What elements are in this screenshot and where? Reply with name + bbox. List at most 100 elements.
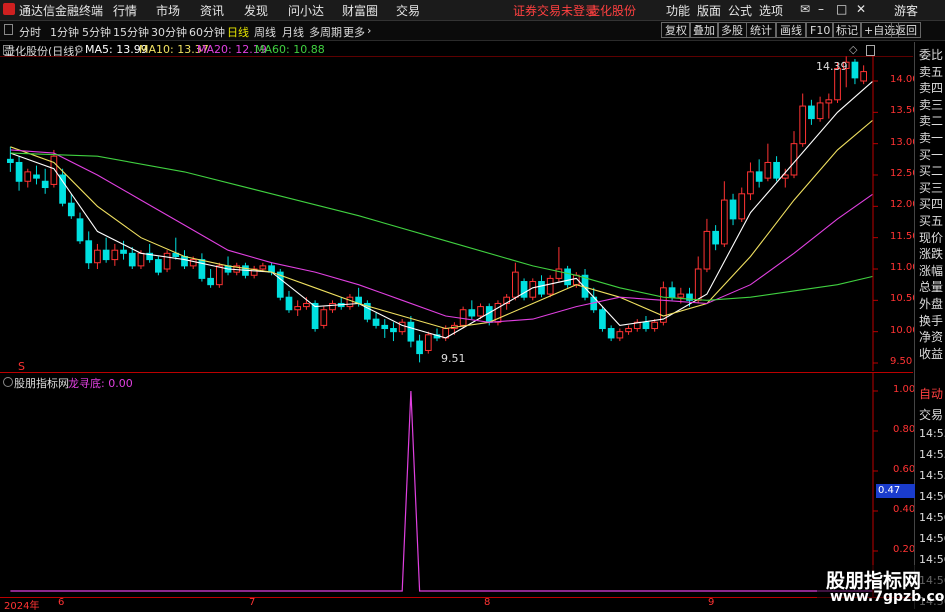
- menu-quotes[interactable]: 行情: [113, 2, 137, 19]
- tick-time[interactable]: 14:55: [919, 469, 945, 482]
- sidebar-item[interactable]: 买五: [919, 212, 943, 229]
- stats-button[interactable]: 统计: [746, 22, 776, 38]
- sidebar-item[interactable]: 总量: [919, 278, 943, 295]
- candle-body: [555, 268, 563, 279]
- app-title: 通达信金融终端: [19, 4, 104, 18]
- menu-market[interactable]: 市场: [156, 2, 180, 19]
- sidebar-item[interactable]: 买二: [919, 162, 943, 179]
- sidebar-item[interactable]: 涨幅: [919, 262, 943, 279]
- candle-body: [346, 296, 354, 308]
- menu-discover[interactable]: 发现: [244, 2, 268, 19]
- sidebar-item[interactable]: 现价: [919, 229, 943, 246]
- candle-body: [181, 255, 188, 267]
- sidebar-trade-item[interactable]: 交易: [919, 406, 943, 423]
- candle-body: [416, 340, 423, 355]
- mail-icon[interactable]: ✉: [800, 2, 810, 16]
- tab-more[interactable]: 更多: [343, 24, 365, 40]
- menu-function[interactable]: 功能: [666, 2, 690, 19]
- candle-body: [137, 252, 145, 267]
- candle-body: [816, 102, 824, 120]
- candle-body: [85, 240, 93, 264]
- minimize-icon[interactable]: –: [818, 2, 824, 16]
- f10-button[interactable]: F10: [806, 22, 835, 38]
- tick-time[interactable]: 14:56: [919, 511, 945, 524]
- expand-icon[interactable]: [866, 45, 875, 56]
- candle-body: [520, 281, 528, 298]
- candle-body: [712, 230, 719, 245]
- sidebar-item[interactable]: 买一: [919, 146, 943, 163]
- tab-1min[interactable]: 1分钟: [50, 24, 79, 40]
- sidebar-item[interactable]: 收益: [919, 345, 943, 362]
- candle-body: [616, 331, 624, 339]
- candle-body: [477, 306, 484, 317]
- tab-30min[interactable]: 30分钟: [151, 24, 187, 40]
- crosshair-value-badge: 0.47: [876, 484, 915, 498]
- tick-time[interactable]: 14:55: [919, 448, 945, 461]
- back-button[interactable]: 返回: [891, 22, 921, 38]
- candle-body: [33, 174, 40, 179]
- menu-trade[interactable]: 交易: [396, 2, 420, 19]
- tab-15min[interactable]: 15分钟: [113, 24, 149, 40]
- sidebar-item[interactable]: 外盘: [919, 295, 943, 312]
- sidebar-item[interactable]: 卖一: [919, 129, 943, 146]
- mark-button[interactable]: 标记: [832, 22, 862, 38]
- price-chart[interactable]: [0, 56, 913, 371]
- sidebar-item[interactable]: 净资: [919, 328, 943, 345]
- menu-options[interactable]: 选项: [759, 2, 783, 19]
- tab-monthly[interactable]: 月线: [282, 24, 304, 40]
- trade-status[interactable]: 证券交易未登录: [513, 2, 597, 19]
- tick-time[interactable]: 14:56: [919, 490, 945, 503]
- candle-body: [851, 61, 859, 79]
- watermark-url: www.7gpzb.com: [830, 589, 945, 605]
- sidebar-item[interactable]: 委比: [919, 46, 943, 63]
- candle-body: [111, 249, 119, 261]
- tab-60min[interactable]: 60分钟: [189, 24, 225, 40]
- tab-daily[interactable]: 日线: [227, 24, 249, 40]
- close-icon[interactable]: ✕: [856, 2, 866, 16]
- date-label-jun: 6: [58, 597, 65, 608]
- diamond-icon[interactable]: ◇: [849, 43, 857, 56]
- tab-5min[interactable]: 5分钟: [82, 24, 111, 40]
- multi-stock-button[interactable]: 多股: [717, 22, 747, 38]
- candle-body: [468, 309, 476, 317]
- sidebar-item[interactable]: 卖三: [919, 96, 943, 113]
- sidebar-item[interactable]: 涨跌: [919, 245, 943, 262]
- sidebar-item[interactable]: 卖四: [919, 79, 943, 96]
- sidebar-item[interactable]: 换手: [919, 312, 943, 329]
- sidebar-item[interactable]: 卖五: [919, 63, 943, 80]
- candle-body: [398, 321, 406, 333]
- settings-icon[interactable]: ⚙: [74, 43, 84, 56]
- maximize-icon[interactable]: □: [836, 2, 847, 16]
- candle-body: [407, 321, 415, 342]
- menu-news[interactable]: 资讯: [200, 2, 224, 19]
- overlay-button[interactable]: 叠加: [689, 22, 719, 38]
- app-logo-icon: [3, 3, 15, 15]
- menu-assistant[interactable]: 问小达: [288, 2, 324, 19]
- indicator-chart[interactable]: [0, 373, 913, 597]
- tick-time[interactable]: 14:56: [919, 532, 945, 545]
- candle-body: [120, 249, 127, 254]
- sidebar-item[interactable]: 买三: [919, 179, 943, 196]
- sidebar-trade-item[interactable]: 自动: [919, 385, 943, 402]
- chevron-right-icon[interactable]: ›: [367, 24, 371, 37]
- menu-formula[interactable]: 公式: [728, 2, 752, 19]
- sidebar-item[interactable]: 买四: [919, 195, 943, 212]
- sidebar-item[interactable]: 卖二: [919, 112, 943, 129]
- tab-weekly[interactable]: 周线: [254, 24, 276, 40]
- draw-line-button[interactable]: 画线: [776, 22, 806, 38]
- tick-time[interactable]: 14:55: [919, 427, 945, 440]
- candle-body: [390, 328, 397, 333]
- high-price-label: 14.39: [816, 60, 848, 73]
- menu-wealth[interactable]: 财富圈: [342, 2, 378, 19]
- candle-body: [747, 171, 754, 195]
- top-menu-bar: 通达信金融终端 行情 市场 资讯 发现 问小达 财富圈 交易 证券交易未登录 壶…: [0, 0, 945, 21]
- adjust-button[interactable]: 复权: [661, 22, 691, 38]
- stock-tag: 壶化股份: [588, 4, 637, 18]
- guest-label[interactable]: 游客: [894, 2, 918, 19]
- date-label-aug: 8: [484, 597, 491, 608]
- tab-timeshare[interactable]: 分时: [19, 24, 41, 40]
- tab-multi-period[interactable]: 多周期: [309, 24, 342, 40]
- candle-body: [764, 161, 772, 179]
- menu-layout[interactable]: 版面: [697, 2, 721, 19]
- collapse-icon[interactable]: [4, 24, 13, 35]
